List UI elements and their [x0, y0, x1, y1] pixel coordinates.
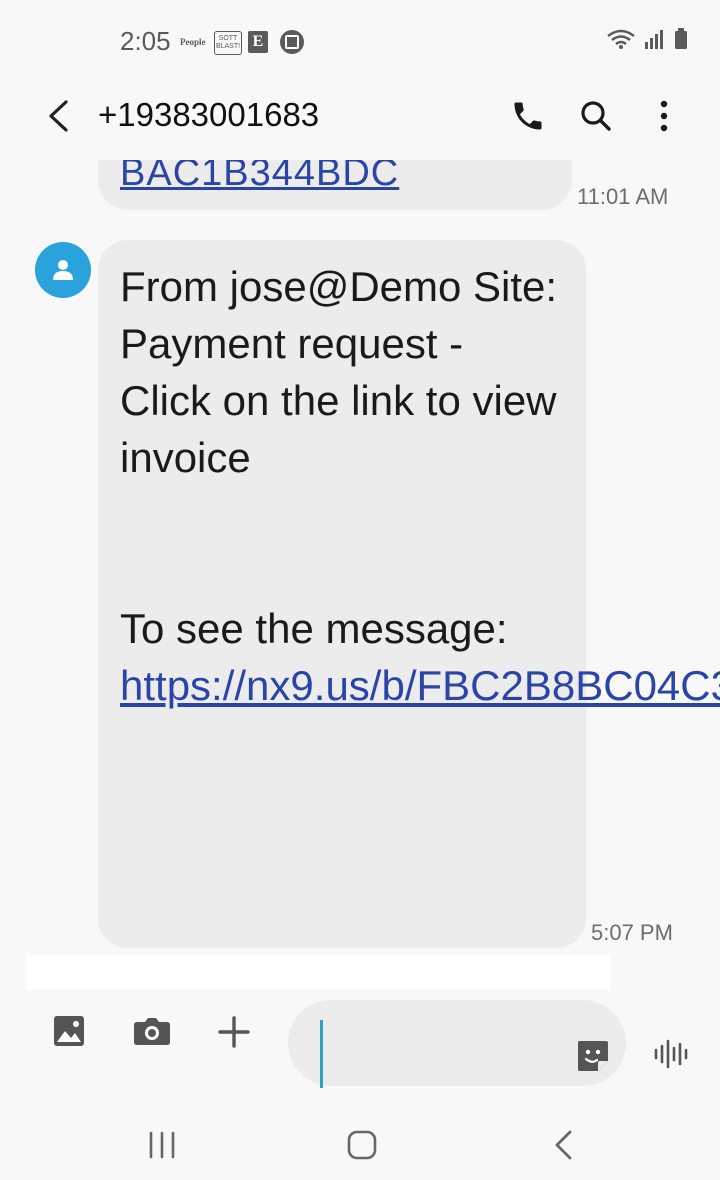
message-list[interactable]: BAC1B344BDC 11:01 AM From jose@Demo Site… — [0, 160, 720, 990]
camera-button[interactable] — [130, 1010, 174, 1052]
contact-title[interactable]: +19383001683 — [98, 96, 319, 134]
message-text: From jose@Demo Site: Payment request - C… — [120, 258, 720, 714]
home-button[interactable] — [337, 1120, 387, 1170]
sticker-button[interactable] — [576, 1039, 610, 1073]
status-time: 2:05 — [120, 26, 171, 56]
sticker-icon — [578, 1041, 608, 1071]
back-icon — [555, 1130, 572, 1160]
previous-message-time: 11:01 AM — [577, 184, 669, 209]
message-input[interactable] — [328, 1000, 552, 1088]
wifi-icon — [607, 29, 635, 49]
recents-icon — [149, 1131, 175, 1159]
message-body: From jose@Demo Site: Payment request - C… — [120, 263, 558, 652]
back-button[interactable] — [38, 96, 78, 136]
square-disc-icon — [280, 30, 304, 54]
gallery-icon — [54, 1016, 84, 1046]
blast-icon: SOTT BLAST! — [214, 31, 242, 55]
system-navigation-bar — [0, 1100, 720, 1180]
signal-icon — [645, 30, 663, 49]
people-icon: People — [180, 37, 206, 47]
text-cursor — [320, 1020, 323, 1088]
nav-back-button[interactable] — [538, 1120, 588, 1170]
more-vertical-icon — [660, 100, 668, 132]
message-input-field[interactable] — [288, 1000, 626, 1088]
home-icon — [347, 1130, 377, 1160]
message-link[interactable]: https://nx9.us/b/FBC2B8BC04C347778EBFA8C… — [120, 662, 720, 709]
list-bottom-divider — [26, 955, 610, 990]
conversation-header: +19383001683 — [0, 80, 720, 160]
previous-message-link[interactable]: BAC1B344BDC — [120, 160, 399, 195]
status-right-icons — [606, 28, 688, 50]
gallery-button[interactable] — [48, 1010, 90, 1052]
blast-icon-bottom: BLAST! — [215, 43, 241, 50]
call-button[interactable] — [506, 94, 550, 138]
camera-icon — [134, 1018, 170, 1045]
more-options-button[interactable] — [642, 94, 686, 138]
previous-message-bubble[interactable]: BAC1B344BDC — [98, 160, 572, 210]
message-time: 5:07 PM — [591, 920, 673, 945]
search-button[interactable] — [574, 94, 618, 138]
e-icon: E — [248, 31, 268, 53]
add-attachment-button[interactable] — [212, 1010, 256, 1054]
recents-button[interactable] — [137, 1120, 187, 1170]
search-icon — [581, 101, 611, 131]
phone-icon — [514, 102, 542, 130]
voice-input-icon — [654, 1039, 688, 1069]
person-silhouette-icon — [53, 260, 73, 280]
back-arrow-icon — [49, 100, 68, 132]
voice-input-button[interactable] — [652, 1034, 692, 1074]
add-icon — [218, 1016, 250, 1048]
status-bar: 2:05 People SOTT BLAST! E — [0, 0, 720, 80]
person-avatar-icon[interactable] — [35, 242, 91, 298]
battery-icon — [675, 28, 687, 49]
blast-icon-top: SOTT — [218, 35, 238, 42]
compose-bar — [0, 990, 720, 1090]
message-bubble[interactable]: From jose@Demo Site: Payment request - C… — [98, 240, 720, 948]
